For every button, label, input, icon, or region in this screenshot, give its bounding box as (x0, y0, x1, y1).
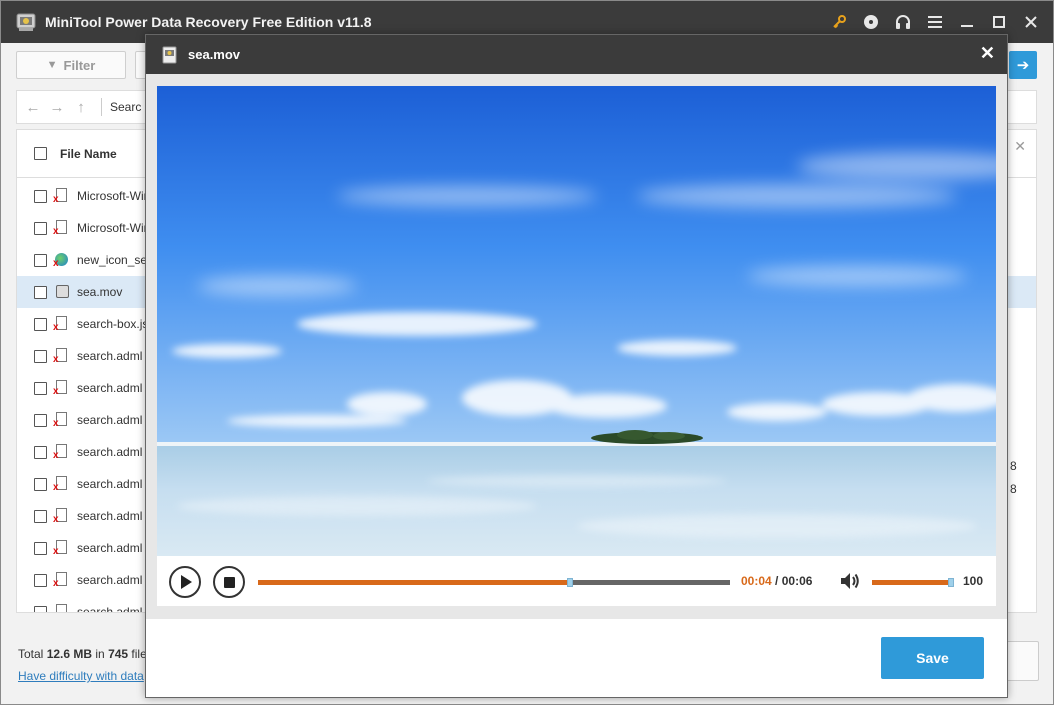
filter-label: Filter (63, 57, 96, 73)
file-deleted-icon: x (53, 443, 70, 461)
side-value: 8 (1010, 482, 1017, 496)
file-row-checkbox[interactable] (34, 605, 47, 612)
preview-dialog: sea.mov ✕ 00:04 / 00:06 100 Save (145, 34, 1008, 698)
app-logo-icon (16, 13, 36, 31)
select-all-checkbox[interactable] (34, 147, 47, 160)
file-name: search.adml (77, 477, 143, 491)
file-name: new_icon_se (77, 253, 148, 267)
file-row-checkbox[interactable] (34, 221, 47, 235)
media-file-icon (162, 46, 177, 63)
file-row-checkbox[interactable] (34, 413, 47, 427)
volume-icon[interactable] (839, 570, 861, 592)
progress-handle[interactable] (566, 578, 573, 587)
stop-button[interactable] (213, 566, 245, 598)
file-deleted-icon: x (53, 475, 70, 493)
file-name: Microsoft-Win (77, 221, 151, 235)
app-title: MiniTool Power Data Recovery Free Editio… (45, 14, 372, 30)
file-name: search.adml (77, 349, 143, 363)
app-deleted-icon: x (53, 187, 70, 205)
up-arrow-icon[interactable]: ↑ (69, 99, 93, 116)
play-icon (181, 575, 192, 589)
file-deleted-icon: x (53, 347, 70, 365)
edge-file-deleted-icon: x (53, 252, 70, 269)
file-name: search.adml (77, 541, 143, 555)
status-suffix: file (128, 647, 147, 661)
side-value: 8 (1010, 459, 1017, 473)
filter-icon: ▼ (46, 59, 58, 71)
volume-slider[interactable] (872, 578, 954, 587)
file-name: search.adml (77, 605, 143, 613)
total-size: 12.6 MB (46, 647, 93, 661)
file-name: Microsoft-Win (77, 189, 151, 203)
forward-arrow-icon[interactable]: → (45, 99, 69, 116)
file-deleted-icon: x (53, 571, 70, 589)
panel-close-icon[interactable]: ✕ (1014, 138, 1026, 155)
file-row-checkbox[interactable] (34, 285, 47, 299)
status-summary: Total 12.6 MB in 745 file (18, 647, 147, 661)
volume-value: 100 (963, 574, 984, 588)
preview-body: 00:04 / 00:06 100 (146, 74, 1007, 619)
help-link[interactable]: Have difficulty with data (18, 669, 144, 683)
save-button[interactable]: Save (881, 637, 984, 679)
file-name: search.adml (77, 413, 143, 427)
file-deleted-icon: x (53, 603, 70, 612)
file-row-checkbox[interactable] (34, 189, 47, 203)
video-frame[interactable] (157, 86, 996, 556)
file-row-checkbox[interactable] (34, 253, 47, 267)
status-prefix: Total (18, 647, 47, 661)
nav-path: Searc (110, 100, 142, 114)
play-button[interactable] (169, 566, 201, 598)
file-deleted-icon: x (53, 411, 70, 429)
next-button[interactable]: ➔ (1009, 51, 1037, 79)
close-icon[interactable] (1015, 1, 1047, 43)
file-row-checkbox[interactable] (34, 317, 47, 331)
preview-title: sea.mov (188, 47, 241, 62)
filter-button[interactable]: ▼ Filter (16, 51, 126, 79)
progress-fill (258, 580, 570, 585)
file-name: search.adml (77, 573, 143, 587)
total-time: 00:06 (781, 574, 813, 588)
file-name: search.adml (77, 381, 143, 395)
file-row-checkbox[interactable] (34, 541, 47, 555)
arrow-right-icon: ➔ (1016, 57, 1030, 74)
player-controls: 00:04 / 00:06 100 (157, 556, 996, 606)
file-name: search.adml (77, 445, 143, 459)
file-deleted-icon: x (53, 539, 70, 557)
time-separator: / (771, 574, 782, 588)
file-deleted-icon: x (53, 379, 70, 397)
file-name: search-box.js (77, 317, 149, 331)
file-deleted-icon: x (53, 507, 70, 525)
file-row-checkbox[interactable] (34, 573, 47, 587)
file-row-checkbox[interactable] (34, 381, 47, 395)
file-row-checkbox[interactable] (34, 445, 47, 459)
column-file-name: File Name (60, 146, 117, 161)
preview-header: sea.mov ✕ (146, 35, 1007, 74)
volume-fill (872, 580, 954, 585)
file-name: sea.mov (77, 285, 123, 299)
file-row-checkbox[interactable] (34, 349, 47, 363)
time-display: 00:04 / 00:06 (741, 574, 812, 588)
current-time: 00:04 (741, 574, 772, 588)
close-preview-icon[interactable]: ✕ (980, 43, 995, 63)
status-middle: in (92, 647, 109, 661)
volume-handle[interactable] (948, 578, 954, 587)
back-arrow-icon[interactable]: ← (21, 99, 45, 116)
progress-bar[interactable] (258, 578, 730, 587)
file-deleted-icon: x (53, 219, 70, 237)
media-file-icon (55, 284, 70, 301)
file-name: search.adml (77, 509, 143, 523)
nav-divider (101, 98, 102, 116)
video-image (157, 86, 996, 556)
file-count: 745 (108, 647, 129, 661)
file-row-checkbox[interactable] (34, 509, 47, 523)
stop-icon (223, 576, 235, 588)
file-deleted-icon: x (53, 315, 70, 333)
file-row-checkbox[interactable] (34, 477, 47, 491)
